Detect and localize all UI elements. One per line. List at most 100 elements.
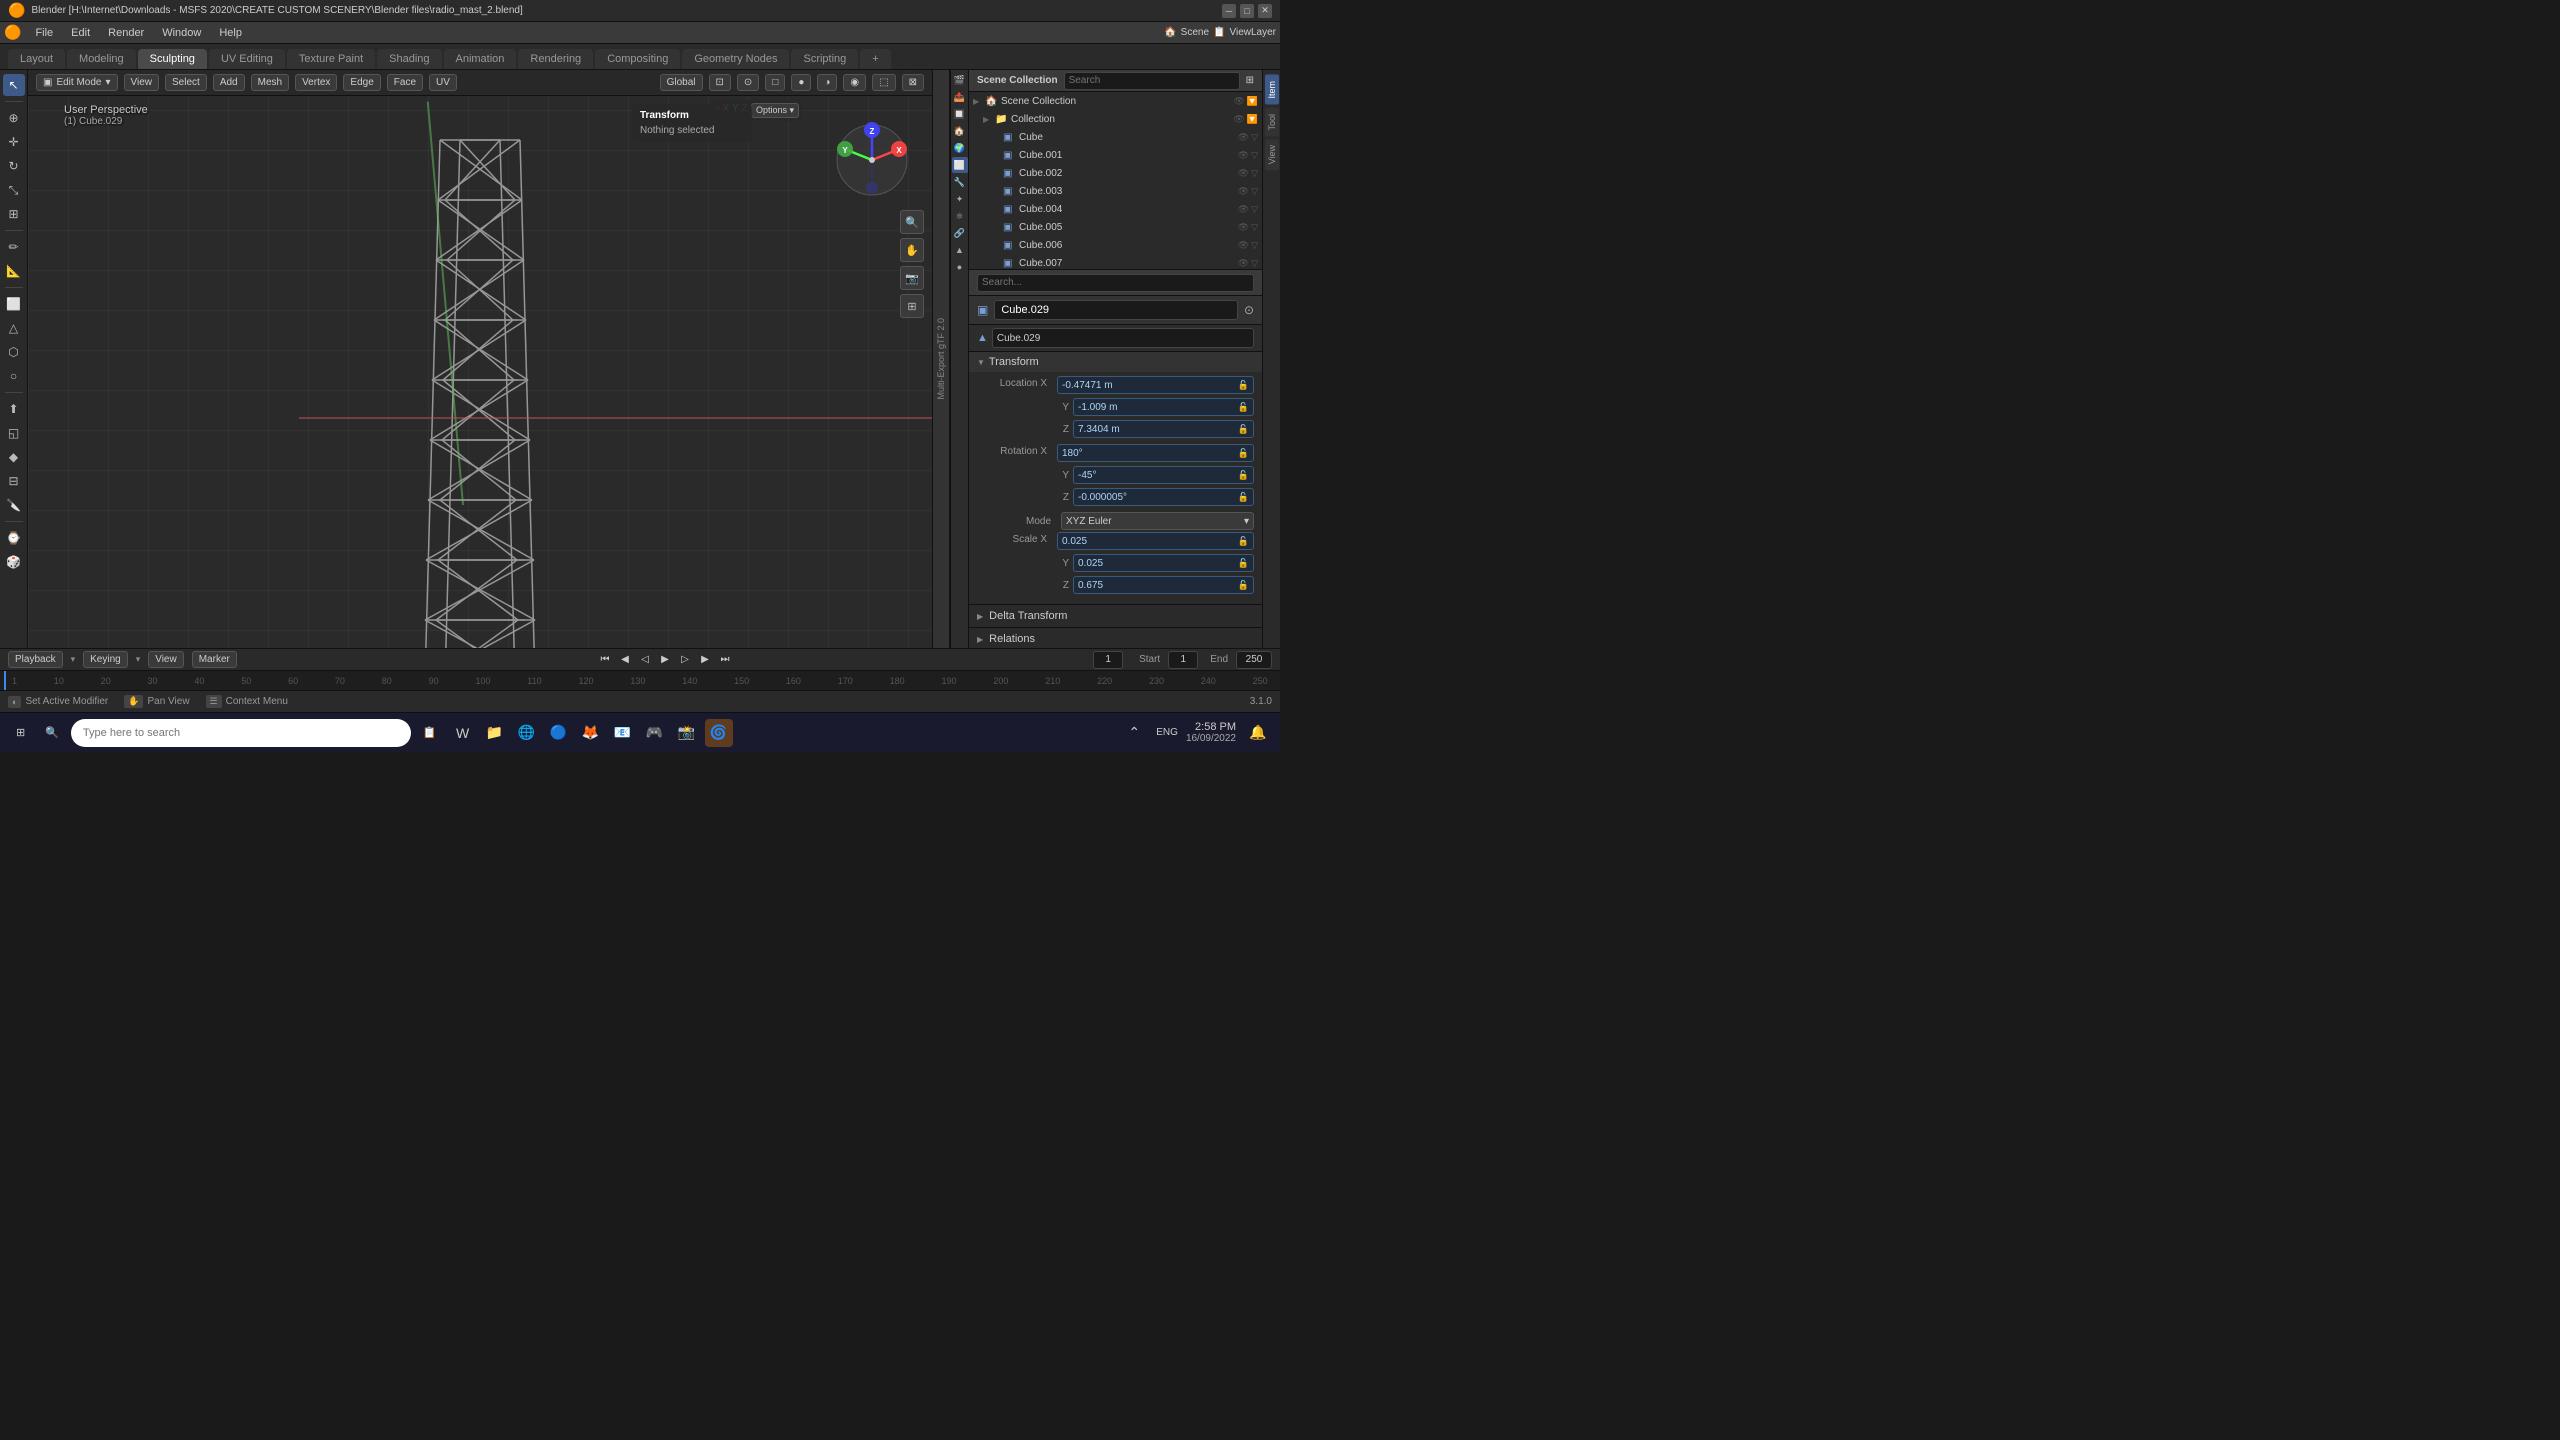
rotate-tool-btn[interactable]: ↻ bbox=[3, 155, 25, 177]
side-tab-view[interactable]: View bbox=[1265, 139, 1279, 170]
rot-z-value[interactable]: -0.000005° 🔓 bbox=[1073, 488, 1254, 506]
knife-btn[interactable]: 🔪 bbox=[3, 494, 25, 516]
add-cube-btn[interactable]: ⬜ bbox=[3, 293, 25, 315]
object-name-input[interactable] bbox=[994, 300, 1238, 320]
options-btn[interactable]: Options ▾ bbox=[751, 103, 799, 118]
keying-btn[interactable]: Keying bbox=[83, 651, 128, 668]
prev-frame-btn[interactable]: ◁ bbox=[637, 652, 653, 668]
tab-add[interactable]: + bbox=[860, 49, 890, 69]
viewport-grid-btn[interactable]: ⊞ bbox=[900, 294, 924, 318]
lock-x-icon[interactable]: 🔓 bbox=[1238, 380, 1249, 391]
play-btn[interactable]: ▶ bbox=[657, 652, 673, 668]
randomize-btn[interactable]: 🎲 bbox=[3, 551, 25, 573]
rot-lock-z[interactable]: 🔓 bbox=[1238, 492, 1249, 503]
next-keyframe-btn[interactable]: ▶ bbox=[697, 652, 713, 668]
scale-lock-x[interactable]: 🔓 bbox=[1238, 536, 1249, 547]
rot-lock-y[interactable]: 🔓 bbox=[1238, 470, 1249, 481]
loc-z-value[interactable]: 7.3404 m 🔓 bbox=[1073, 420, 1254, 438]
add-uvsphere-btn[interactable]: ○ bbox=[3, 365, 25, 387]
tab-geometry-nodes[interactable]: Geometry Nodes bbox=[682, 49, 789, 69]
select-tool-btn[interactable]: ↖ bbox=[3, 74, 25, 96]
taskbar-search-input[interactable] bbox=[71, 719, 411, 747]
start-button[interactable]: ⊞ bbox=[8, 722, 33, 743]
taskbar-photos-icon[interactable]: 📸 bbox=[673, 719, 701, 747]
annotate-btn[interactable]: ✏ bbox=[3, 236, 25, 258]
viewport[interactable]: ▣ Edit Mode ▾ View Select Add Mesh Verte… bbox=[28, 70, 932, 648]
inset-btn[interactable]: ◱ bbox=[3, 422, 25, 444]
vertex-menu-btn[interactable]: Vertex bbox=[295, 74, 337, 91]
relations-section[interactable]: ▶ Relations bbox=[969, 628, 1262, 648]
jump-end-btn[interactable]: ⏭ bbox=[717, 652, 733, 668]
timeline-track[interactable]: 1 10 20 30 40 50 60 70 80 90 100 110 120… bbox=[0, 671, 1280, 690]
loop-cut-btn[interactable]: ⊟ bbox=[3, 470, 25, 492]
tab-compositing[interactable]: Compositing bbox=[595, 49, 680, 69]
prop-tab-material[interactable]: ● bbox=[952, 259, 968, 275]
outliner-item-cube002[interactable]: ▣ Cube.002 👁▽ bbox=[969, 164, 1262, 182]
shading-material-btn[interactable]: ◑ bbox=[817, 74, 837, 91]
overlay-btn[interactable]: ⬚ bbox=[872, 74, 895, 91]
clock-area[interactable]: 2:58 PM 16/09/2022 bbox=[1186, 721, 1236, 744]
filter-icon[interactable]: ⊞ bbox=[1246, 75, 1254, 86]
side-tab-item[interactable]: Item bbox=[1265, 75, 1279, 105]
tab-modeling[interactable]: Modeling bbox=[67, 49, 136, 69]
prop-tab-data[interactable]: ▲ bbox=[952, 242, 968, 258]
viewport-pan-btn[interactable]: ✋ bbox=[900, 238, 924, 262]
tab-layout[interactable]: Layout bbox=[8, 49, 65, 69]
prop-tab-render[interactable]: 🎬 bbox=[952, 72, 968, 88]
taskbar-chrome-icon[interactable]: 🌐 bbox=[513, 719, 541, 747]
smooth-btn[interactable]: ⌚ bbox=[3, 527, 25, 549]
snapping-btn[interactable]: ⊡ bbox=[709, 74, 731, 91]
scale-lock-z[interactable]: 🔓 bbox=[1238, 580, 1249, 591]
rotation-mode-select[interactable]: XYZ Euler ▾ bbox=[1061, 512, 1254, 530]
scale-tool-btn[interactable]: ⤡ bbox=[3, 179, 25, 201]
scale-y-value[interactable]: 0.025 🔓 bbox=[1073, 554, 1254, 572]
outliner-search-input[interactable] bbox=[1064, 72, 1240, 90]
add-cone-btn[interactable]: △ bbox=[3, 317, 25, 339]
taskbar-firefox-icon[interactable]: 🦊 bbox=[577, 719, 605, 747]
side-tab-tool[interactable]: Tool bbox=[1265, 108, 1279, 137]
lock-y-icon[interactable]: 🔓 bbox=[1238, 402, 1249, 413]
taskbar-edge-icon[interactable]: 🔵 bbox=[545, 719, 573, 747]
move-tool-btn[interactable]: ✛ bbox=[3, 131, 25, 153]
outliner-item-cube004[interactable]: ▣ Cube.004 👁▽ bbox=[969, 200, 1262, 218]
jump-start-btn[interactable]: ⏮ bbox=[597, 652, 613, 668]
rot-lock-x[interactable]: 🔓 bbox=[1238, 448, 1249, 459]
marker-btn[interactable]: Marker bbox=[192, 651, 237, 668]
mode-dropdown[interactable]: ▣ Edit Mode ▾ bbox=[36, 74, 118, 91]
tab-uv-editing[interactable]: UV Editing bbox=[209, 49, 285, 69]
multi-export-label[interactable]: Multi-Export gTF 2.0 bbox=[934, 310, 948, 408]
close-button[interactable]: ✕ bbox=[1258, 4, 1272, 18]
prev-keyframe-btn[interactable]: ◀ bbox=[617, 652, 633, 668]
prop-tab-constraints[interactable]: 🔗 bbox=[952, 225, 968, 241]
outliner-scene-collection[interactable]: ▶ 🏠 Scene Collection 👁🔽 bbox=[969, 92, 1262, 110]
tab-sculpting[interactable]: Sculpting bbox=[138, 49, 207, 69]
global-btn[interactable]: Global bbox=[660, 74, 703, 91]
tab-animation[interactable]: Animation bbox=[444, 49, 517, 69]
viewport-camera-btn[interactable]: 📷 bbox=[900, 266, 924, 290]
view-btn[interactable]: View bbox=[148, 651, 184, 668]
transform-section-header[interactable]: ▼ Transform bbox=[969, 352, 1262, 372]
edge-menu-btn[interactable]: Edge bbox=[343, 74, 380, 91]
outliner-collection[interactable]: ▶ 📁 Collection 👁🔽 bbox=[969, 110, 1262, 128]
system-tray-icon[interactable]: ⌃ bbox=[1120, 719, 1148, 747]
blender-logo[interactable]: 🟠 bbox=[4, 24, 21, 41]
taskbar-word-icon[interactable]: W bbox=[449, 719, 477, 747]
prop-tab-modifiers[interactable]: 🔧 bbox=[952, 174, 968, 190]
menu-file[interactable]: File bbox=[27, 25, 61, 41]
mesh-menu-btn[interactable]: Mesh bbox=[251, 74, 289, 91]
task-view-btn[interactable]: 📋 bbox=[415, 722, 445, 743]
start-frame-input[interactable] bbox=[1168, 651, 1198, 669]
lock-z-icon[interactable]: 🔓 bbox=[1238, 424, 1249, 435]
extrude-btn[interactable]: ⬆ bbox=[3, 398, 25, 420]
view-menu-btn[interactable]: View bbox=[124, 74, 160, 91]
navigation-gizmo[interactable]: Z X Y bbox=[832, 120, 912, 200]
scale-lock-y[interactable]: 🔓 bbox=[1238, 558, 1249, 569]
shading-render-btn[interactable]: ◉ bbox=[843, 74, 866, 91]
tab-texture-paint[interactable]: Texture Paint bbox=[287, 49, 375, 69]
menu-edit[interactable]: Edit bbox=[63, 25, 98, 41]
prop-tab-viewlayer[interactable]: 🔲 bbox=[952, 106, 968, 122]
shading-solid-btn[interactable]: ● bbox=[791, 74, 811, 91]
prop-tab-object[interactable]: ⬜ bbox=[952, 157, 968, 173]
minimize-button[interactable]: ─ bbox=[1222, 4, 1236, 18]
menu-help[interactable]: Help bbox=[211, 25, 250, 41]
